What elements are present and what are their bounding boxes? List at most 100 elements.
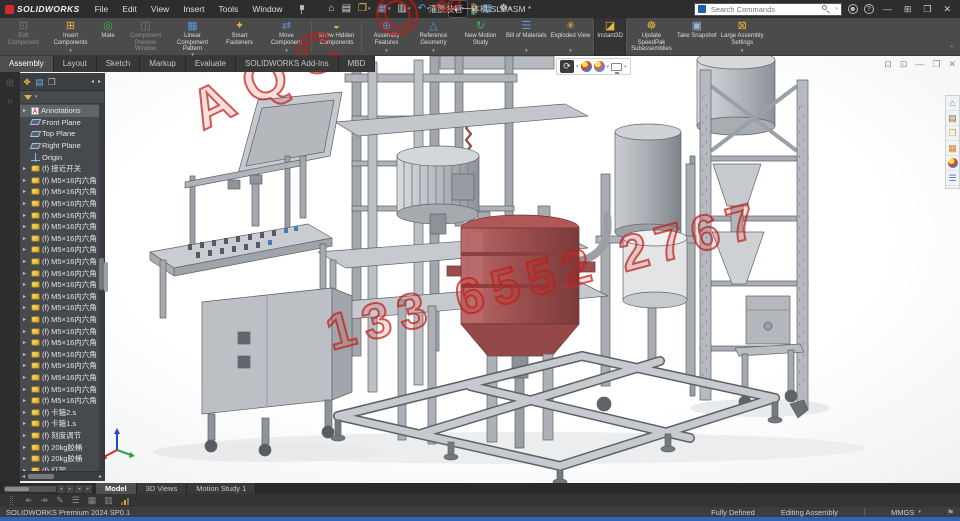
expand-arrow-icon[interactable]: ▸ (23, 420, 29, 427)
tree-item[interactable]: ▸ (f) M5×16内六角 (20, 348, 104, 360)
expand-arrow-icon[interactable]: ▸ (23, 374, 29, 381)
save-icon[interactable]: ▦ ▾ (375, 1, 394, 17)
expand-arrow-icon[interactable]: ▸ (23, 455, 29, 462)
tree-item[interactable]: ▸ (f) M5×16内六角 (20, 372, 104, 384)
motion-edit-icon[interactable]: ✎ (56, 495, 64, 506)
tree-item[interactable]: Origin (20, 151, 104, 163)
doc-tab-3d-views[interactable]: 3D Views (136, 483, 188, 494)
expand-arrow-icon[interactable]: ▸ (23, 293, 29, 300)
expand-arrow-icon[interactable]: ▸ (23, 212, 29, 219)
file-properties-icon[interactable]: ▦ (480, 1, 495, 17)
tree-item[interactable]: ▸ (f) M5×16内六角 (20, 314, 104, 326)
motion-prev-icon[interactable]: ↞ (25, 495, 33, 506)
tree-item[interactable]: ▸ A Annotations (20, 105, 104, 117)
configuration-manager-icon[interactable]: ❐ (48, 77, 56, 87)
expand-arrow-icon[interactable]: ▸ (23, 351, 29, 358)
ribbon-smart-fasteners-button[interactable]: ✦ Smart Fasteners (216, 18, 263, 55)
ribbon-bom-button[interactable]: ☰ Bill of Materials ▾ (504, 18, 549, 55)
doc-tab-motion-study-1[interactable]: Motion Study 1 (187, 483, 257, 494)
undo-icon[interactable]: ↶ ▾ (414, 1, 432, 17)
view-orientation-caret-icon[interactable]: ▾ (576, 64, 579, 70)
tree-horizontal-scrollbar[interactable]: ◂ ▸ (20, 471, 104, 481)
tab-scroll-right-icon[interactable]: ▸ (66, 484, 74, 493)
tab-scroll-left-icon[interactable]: ◂ (57, 484, 65, 493)
tree-item[interactable]: Right Plane (20, 140, 104, 152)
search-commands-box[interactable]: ▾ (693, 2, 842, 16)
account-icon[interactable]: ☻ (847, 4, 858, 14)
tree-item[interactable]: ▸ (f) M5×16内六角 (20, 244, 104, 256)
view-palette-icon[interactable]: ▦ (946, 141, 959, 156)
motion-chart-icon[interactable] (120, 497, 129, 505)
expand-arrow-icon[interactable]: ▸ (23, 258, 29, 265)
scroll-thumb[interactable] (28, 474, 55, 479)
tree-item[interactable]: Front Plane (20, 117, 104, 129)
ribbon-component-preview-button[interactable]: ◫ Component Preview Window (122, 18, 169, 55)
ribbon-move-component-button[interactable]: ⇄ Move Component ▾ (263, 18, 310, 55)
expand-arrow-icon[interactable]: ▸ (23, 386, 29, 393)
apply-scene-icon[interactable] (593, 61, 605, 72)
ribbon-mate-button[interactable]: ◎ Mate (94, 18, 122, 55)
expand-arrow-icon[interactable]: ▸ (23, 223, 29, 230)
tree-item[interactable]: ▸ (f) M5×16内六角 (20, 395, 104, 407)
tab-scroll-last-icon[interactable]: ▸ (84, 484, 92, 493)
tree-item[interactable]: ▸ (f) M5×16内六角 (20, 291, 104, 303)
tree-item[interactable]: ▸ (f) 接近开关 (20, 163, 104, 175)
expand-arrow-icon[interactable]: ▸ (23, 316, 29, 323)
expand-arrow-icon[interactable]: ▸ (23, 328, 29, 335)
tree-item[interactable]: ▸ (f) M5×16内六角 (20, 175, 104, 187)
expand-arrow-icon[interactable]: ▸ (23, 432, 29, 439)
restore-doc-icon[interactable]: ❐ (932, 59, 940, 70)
ribbon-large-assembly-button[interactable]: ⊠ Large Assembly Settings ▾ (719, 18, 766, 55)
expand-arrow-icon[interactable]: ▸ (23, 281, 29, 288)
expand-arrow-icon[interactable]: ▸ (23, 235, 29, 242)
search-caret-icon[interactable]: ▾ (835, 6, 838, 12)
expand-arrow-icon[interactable]: ▸ (23, 177, 29, 184)
ribbon-show-hidden-button[interactable]: ◒ Show Hidden Components (313, 18, 360, 55)
ribbon-snapshot-button[interactable]: ▣ Take Snapshot (675, 18, 719, 55)
ribbon-instant3d-button[interactable]: ◪ Instant3D (594, 17, 626, 56)
tree-item[interactable]: ▸ (f) M5×16内六角 (20, 198, 104, 210)
scroll-right-icon[interactable]: ▸ (99, 473, 102, 480)
motion-grid-icon[interactable]: ▦ (88, 495, 97, 506)
ribbon-new-motion-study-button[interactable]: ↻ New Motion Study (457, 18, 504, 55)
tree-item[interactable]: ▸ (f) M5×16内六角 (20, 221, 104, 233)
ribbon-linear-pattern-button[interactable]: ▦ Linear Component Pattern ▾ (169, 18, 216, 57)
motion-next-icon[interactable]: ↠ (41, 495, 49, 506)
expand-arrow-icon[interactable]: ▸ (23, 339, 29, 346)
menu-tools[interactable]: Tools (211, 4, 245, 14)
tree-item[interactable]: Top Plane (20, 128, 104, 140)
help-icon[interactable]: ? (863, 4, 874, 14)
scene-caret-icon[interactable]: ▾ (607, 64, 610, 70)
tree-item[interactable]: ▸ (f) M5×16内六角 (20, 233, 104, 245)
custom-properties-icon[interactable]: ☰ (946, 171, 959, 186)
close-doc-icon[interactable]: ✕ (948, 59, 956, 70)
tab-scroll-first-icon[interactable]: ◂ (75, 484, 83, 493)
menu-window[interactable]: Window (245, 4, 289, 14)
panel-splitter-handle[interactable] (104, 262, 108, 292)
minimize-doc-icon[interactable]: — (915, 59, 924, 70)
tab-assembly[interactable]: Assembly (0, 56, 54, 72)
tree-item[interactable]: ▸ (f) M5×16内六角 (20, 302, 104, 314)
status-tag-icon[interactable]: ⚑ (947, 508, 954, 517)
tab-scroll-control[interactable]: ◂ ▸ ◂ ▸ (0, 484, 96, 493)
motion-list-icon[interactable]: ☰ (72, 495, 80, 506)
expand-arrow-icon[interactable]: ▸ (23, 362, 29, 369)
ribbon-edit-component-button[interactable]: ⊡ Edit Component (0, 18, 47, 55)
doc-tab-model[interactable]: Model (96, 483, 137, 494)
tab-evaluate[interactable]: Evaluate (185, 56, 237, 72)
tree-item[interactable]: ▸ (f) M5×16内六角 (20, 186, 104, 198)
ribbon-insert-components-button[interactable]: ⊞ Insert Components ▾ (47, 18, 94, 55)
expand-arrow-icon[interactable]: ▸ (23, 304, 29, 311)
filter-caret-icon[interactable]: ▾ (35, 94, 38, 100)
menu-insert[interactable]: Insert (176, 4, 211, 14)
tab-markup[interactable]: Markup (140, 56, 186, 72)
tree-item[interactable]: ▸ (f) M5×16内六角 (20, 360, 104, 372)
menu-view[interactable]: View (144, 4, 176, 14)
tree-item[interactable]: ▸ (f) 灯架 (20, 464, 104, 471)
units-dropdown[interactable]: MMGS ▾ (891, 508, 921, 517)
ribbon-exploded-view-button[interactable]: ✳ Exploded View ▾ (549, 18, 593, 55)
redo-icon[interactable]: ↷ (433, 1, 447, 17)
expand-arrow-icon[interactable]: ▸ (23, 444, 29, 451)
tree-item[interactable]: ▸ (f) M5×16内六角 (20, 383, 104, 395)
tree-item[interactable]: ▸ (f) M5×16内六角 (20, 325, 104, 337)
